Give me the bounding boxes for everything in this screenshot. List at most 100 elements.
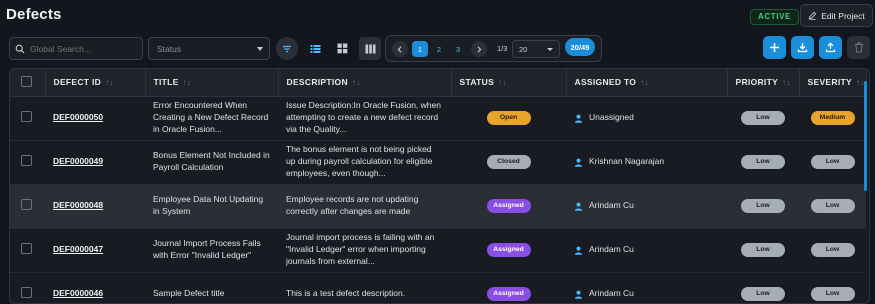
page-1-button[interactable]: 1 bbox=[412, 41, 428, 57]
status-badge: Closed bbox=[486, 155, 531, 169]
upload-icon bbox=[825, 42, 836, 53]
upload-button[interactable] bbox=[819, 36, 842, 59]
next-page-button[interactable] bbox=[471, 41, 487, 57]
table-row[interactable]: DEF0000047 Journal Import Process Fails … bbox=[10, 228, 866, 273]
table-row[interactable]: DEF0000049 Bonus Element Not Included in… bbox=[10, 140, 866, 185]
assignee-name: Arindam Cu bbox=[589, 244, 634, 255]
grid-view-button[interactable] bbox=[331, 37, 353, 60]
global-search[interactable] bbox=[9, 37, 143, 60]
defect-id-cell: DEF0000046 bbox=[45, 272, 145, 303]
column-label: DEFECT ID bbox=[53, 77, 102, 88]
select-all-checkbox[interactable] bbox=[21, 75, 32, 87]
defect-id-link[interactable]: DEF0000047 bbox=[53, 244, 103, 254]
assigned-cell: Unassigned bbox=[566, 96, 727, 141]
table-row[interactable]: DEF0000050 Error Encountered When Creati… bbox=[10, 96, 866, 141]
table-row[interactable]: DEF0000046 Sample Defect title This is a… bbox=[10, 272, 866, 303]
column-header-defect-id[interactable]: DEFECT ID ↑↓ bbox=[45, 69, 146, 97]
defect-id-cell: DEF0000049 bbox=[45, 140, 145, 185]
row-checkbox[interactable] bbox=[21, 198, 32, 210]
search-icon bbox=[15, 44, 25, 53]
row-select-cell bbox=[10, 184, 45, 229]
defect-description: The bonus element is not being picked up… bbox=[286, 144, 433, 178]
severity-badge: Medium bbox=[810, 111, 855, 125]
plus-icon bbox=[770, 43, 779, 52]
record-count-badge: 20/49 bbox=[565, 38, 595, 56]
defect-title: Journal Import Process Fails with Error … bbox=[153, 238, 261, 260]
priority-badge: Low bbox=[741, 111, 785, 125]
severity-badge: Low bbox=[810, 287, 855, 301]
delete-button[interactable] bbox=[847, 36, 870, 59]
column-label: TITLE bbox=[153, 77, 179, 88]
row-select-cell bbox=[10, 272, 45, 303]
download-button[interactable] bbox=[791, 36, 814, 59]
search-input[interactable] bbox=[30, 43, 140, 54]
defect-title: Bonus Element Not Included in Payroll Ca… bbox=[153, 150, 270, 172]
defect-id-cell: DEF0000048 bbox=[45, 184, 145, 229]
description-cell: The bonus element is not being picked up… bbox=[278, 140, 451, 185]
chevron-left-icon bbox=[397, 45, 402, 53]
table-scrollbar[interactable] bbox=[864, 81, 867, 191]
columns-button[interactable] bbox=[359, 37, 381, 60]
chevron-down-icon bbox=[547, 47, 553, 51]
description-cell: Journal import process is failing with a… bbox=[278, 228, 451, 273]
column-header-description[interactable]: DESCRIPTION ↑↓ bbox=[278, 69, 452, 97]
assigned-cell: Arindam Cu bbox=[566, 272, 727, 303]
chevron-down-icon bbox=[257, 46, 263, 51]
title-cell: Bonus Element Not Included in Payroll Ca… bbox=[145, 140, 278, 185]
row-select-cell bbox=[10, 228, 45, 273]
page-2-button[interactable]: 2 bbox=[431, 41, 447, 57]
column-label: SEVERITY bbox=[807, 77, 852, 88]
defect-id-cell: DEF0000050 bbox=[45, 96, 145, 141]
project-status-badge: ACTIVE bbox=[750, 9, 799, 25]
row-checkbox[interactable] bbox=[21, 110, 32, 122]
column-label: DESCRIPTION bbox=[286, 77, 348, 88]
assigned-cell: Arindam Cu bbox=[566, 184, 727, 229]
assignee-name: Arindam Cu bbox=[589, 200, 634, 211]
row-checkbox[interactable] bbox=[21, 154, 32, 166]
edit-project-label: Edit Project bbox=[821, 10, 865, 21]
defect-id-link[interactable]: DEF0000049 bbox=[53, 156, 103, 166]
user-icon bbox=[574, 246, 583, 255]
severity-cell: Low bbox=[799, 140, 866, 185]
row-checkbox[interactable] bbox=[21, 286, 32, 298]
defect-description: Journal import process is failing with a… bbox=[286, 232, 435, 266]
column-header-severity[interactable]: SEVERITY ↑↓ bbox=[799, 69, 867, 97]
filter-icon bbox=[283, 45, 291, 52]
severity-badge: Low bbox=[810, 199, 855, 213]
title-cell: Employee Data Not Updating in System bbox=[145, 184, 278, 229]
page-info: 1/3 bbox=[497, 44, 508, 53]
column-label: STATUS bbox=[459, 77, 495, 88]
assignee: Arindam Cu bbox=[574, 244, 719, 256]
defect-id-link[interactable]: DEF0000046 bbox=[53, 288, 103, 298]
edit-project-button[interactable]: Edit Project bbox=[800, 4, 873, 27]
title-cell: Error Encountered When Creating a New De… bbox=[145, 96, 278, 141]
chevron-right-icon bbox=[477, 45, 482, 53]
filter-button[interactable] bbox=[276, 37, 298, 60]
status-cell: Assigned bbox=[451, 228, 566, 273]
table-row[interactable]: DEF0000048 Employee Data Not Updating in… bbox=[10, 184, 866, 229]
sort-icon: ↑↓ bbox=[640, 78, 649, 88]
add-defect-button[interactable] bbox=[763, 36, 786, 59]
defect-id-link[interactable]: DEF0000050 bbox=[53, 112, 103, 122]
description-cell: This is a test defect description. bbox=[278, 272, 451, 303]
row-checkbox[interactable] bbox=[21, 242, 32, 254]
list-view-button[interactable] bbox=[304, 37, 326, 60]
previous-page-button[interactable] bbox=[392, 41, 408, 57]
column-label: PRIORITY bbox=[735, 77, 779, 88]
defect-id-link[interactable]: DEF0000048 bbox=[53, 200, 103, 210]
priority-cell: Low bbox=[727, 228, 799, 273]
column-header-title[interactable]: TITLE ↑↓ bbox=[145, 69, 279, 97]
table-header-row: DEFECT ID ↑↓ TITLE ↑↓ DESCRIPTION ↑↓ STATUS… bbox=[10, 69, 867, 97]
column-header-status[interactable]: STATUS ↑↓ bbox=[451, 69, 567, 97]
row-select-cell bbox=[10, 140, 45, 185]
priority-cell: Low bbox=[727, 140, 799, 185]
severity-badge: Low bbox=[810, 243, 855, 257]
status-select[interactable]: Status bbox=[148, 37, 270, 60]
page-3-button[interactable]: 3 bbox=[450, 41, 466, 57]
column-header-assigned-to[interactable]: ASSIGNED TO ↑↓ bbox=[566, 69, 728, 97]
column-header-priority[interactable]: PRIORITY ↑↓ bbox=[727, 69, 800, 97]
severity-cell: Low bbox=[799, 272, 866, 303]
priority-cell: Low bbox=[727, 96, 799, 141]
status-badge: Assigned bbox=[486, 243, 531, 257]
page-size-select[interactable]: 20 bbox=[512, 40, 560, 58]
